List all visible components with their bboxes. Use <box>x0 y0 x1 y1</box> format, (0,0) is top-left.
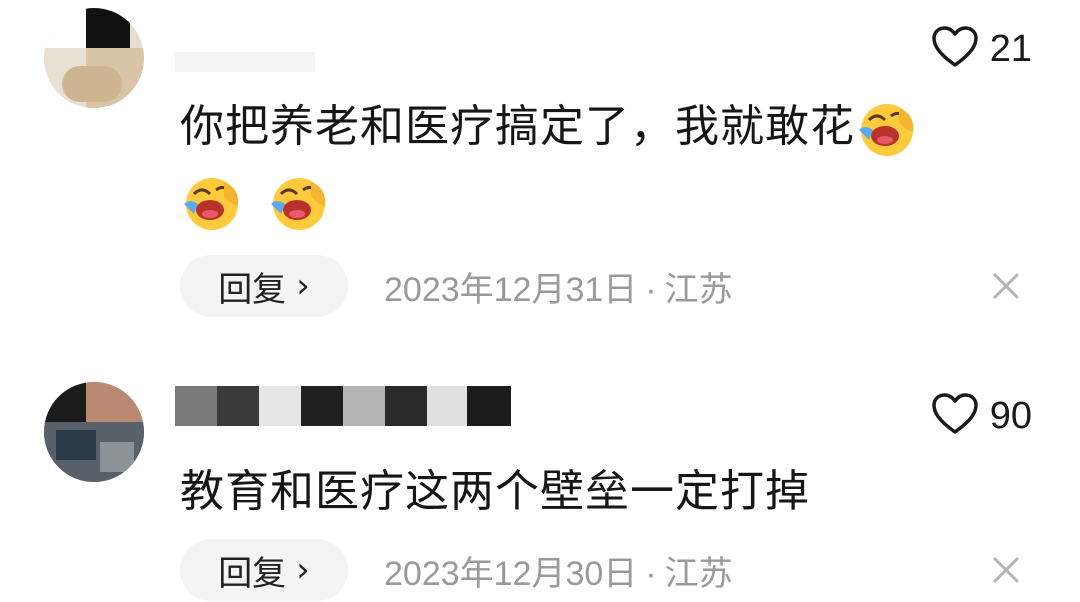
reply-label: 回复 <box>218 553 287 594</box>
reply-button[interactable]: 回复 › <box>180 255 348 317</box>
face-with-tears-of-joy-icon <box>267 174 331 232</box>
like-count: 90 <box>989 394 1032 437</box>
comment-text: 教育和医疗这两个壁垒一定打掉 <box>180 455 980 529</box>
reply-label: 回复 <box>218 269 287 310</box>
comment-text-content: 你把养老和医疗搞定了，我就敢花 <box>180 101 855 152</box>
separator-dot: · <box>645 554 657 593</box>
like-group[interactable]: 90 <box>931 393 1032 439</box>
comment-text: 你把养老和医疗搞定了，我就敢花 <box>180 90 980 238</box>
comment-location: 江苏 <box>664 554 733 593</box>
comment-location: 江苏 <box>664 270 733 309</box>
reply-button[interactable]: 回复 › <box>180 539 348 601</box>
heart-icon[interactable] <box>931 26 978 72</box>
avatar[interactable] <box>44 382 144 482</box>
face-with-tears-of-joy-icon <box>855 100 919 158</box>
close-icon[interactable] <box>986 550 1026 590</box>
heart-icon[interactable] <box>931 393 978 439</box>
comment-item: 21 你把养老和医疗搞定了，我就敢花 回复 › 2023年12月31日 · 江苏 <box>0 0 1080 330</box>
comment-text-content: 教育和医疗这两个壁垒一定打掉 <box>180 466 810 517</box>
comment-meta-row: 回复 › 2023年12月31日 · 江苏 <box>180 254 1040 318</box>
chevron-right-icon: › <box>296 550 310 590</box>
separator-dot: · <box>645 270 657 309</box>
like-group[interactable]: 21 <box>931 26 1032 72</box>
chevron-right-icon: › <box>296 266 310 306</box>
like-count: 21 <box>989 27 1032 70</box>
comment-meta-row: 回复 › 2023年12月30日 · 江苏 <box>180 538 1040 602</box>
comment-date: 2023年12月31日 <box>384 270 638 309</box>
avatar[interactable] <box>44 8 144 108</box>
face-with-tears-of-joy-icon <box>180 174 244 232</box>
comment-date: 2023年12月30日 <box>384 554 638 593</box>
comment-meta: 2023年12月30日 · 江苏 <box>384 546 733 595</box>
comment-meta: 2023年12月31日 · 江苏 <box>384 262 733 311</box>
close-icon[interactable] <box>986 266 1026 306</box>
comment-item: 90 教育和医疗这两个壁垒一定打掉 回复 › 2023年12月30日 · 江苏 <box>0 330 1080 602</box>
